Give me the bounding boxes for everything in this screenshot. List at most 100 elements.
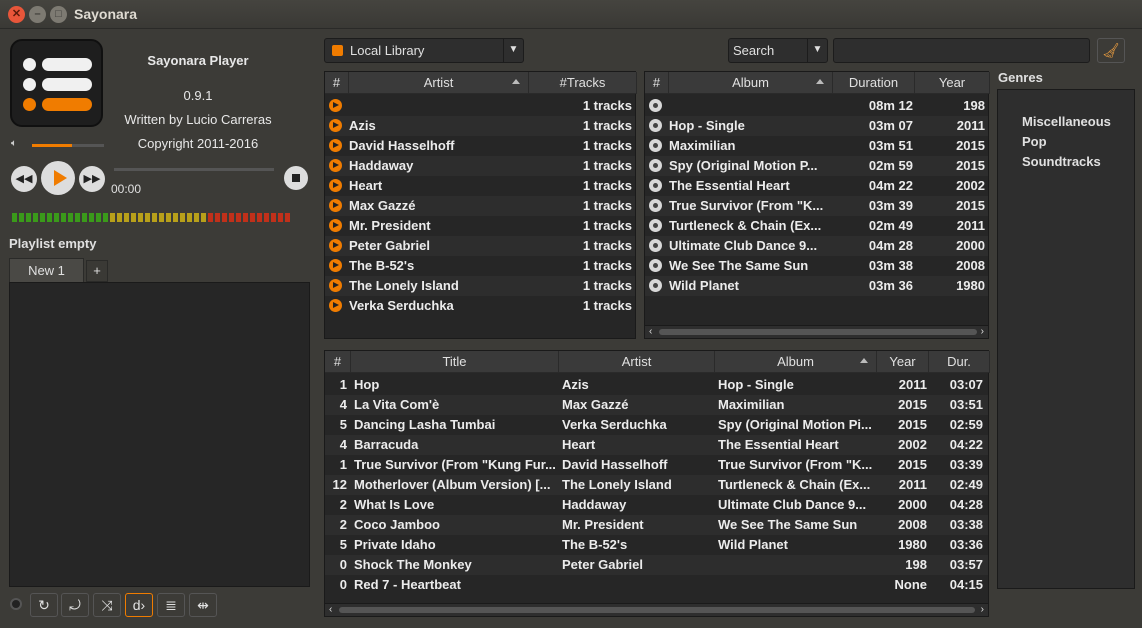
chevron-left-icon[interactable]: ‹ — [649, 326, 652, 337]
track-row[interactable]: 12 Motherlover (Album Version) [... The Lo… — [325, 475, 988, 495]
scrollbar-thumb[interactable] — [659, 329, 977, 335]
track-artist: Max Gazzé — [562, 397, 629, 412]
broom-icon[interactable]: 🧹︎ — [1097, 38, 1125, 63]
close-icon[interactable]: ✕ — [8, 6, 25, 23]
add-tab-button[interactable]: + — [86, 260, 108, 282]
album-row[interactable]: True Survivor (From "K... 03m 39 2015 — [645, 196, 988, 216]
artist-row[interactable]: The Lonely Island 1 tracks — [325, 276, 635, 296]
volume-icon[interactable]: 🔈︎ — [11, 138, 17, 149]
track-horizontal-scrollbar[interactable]: ‹ › — [325, 603, 988, 616]
position-slider[interactable] — [114, 168, 274, 171]
append-icon[interactable]: ≣ — [157, 593, 185, 617]
artist-list[interactable]: # Artist #Tracks 1 tracks Azis 1 tracks Dav… — [324, 71, 637, 339]
track-col-duration[interactable]: Dur. — [929, 351, 990, 373]
artist-row[interactable]: Mr. President 1 tracks — [325, 216, 635, 236]
maximize-icon[interactable]: □ — [50, 6, 67, 23]
level-meter-segment — [47, 213, 52, 222]
track-row[interactable]: 1 Hop Azis Hop - Single 2011 03:07 — [325, 375, 988, 395]
level-meter-segment — [166, 213, 171, 222]
gapless-icon[interactable]: ⇹ — [189, 593, 217, 617]
artist-row[interactable]: Heart 1 tracks — [325, 176, 635, 196]
library-source-select[interactable]: Local Library ▼ — [324, 38, 524, 63]
album-col-duration[interactable]: Duration — [833, 72, 915, 94]
track-duration: 03:57 — [949, 557, 983, 572]
artist-col-artist[interactable]: Artist — [349, 72, 529, 94]
track-title: La Vita Com'è — [354, 397, 440, 412]
track-col-year[interactable]: Year — [877, 351, 929, 373]
album-row[interactable]: Turtleneck & Chain (Ex... 02m 49 2011 — [645, 216, 988, 236]
minimize-icon[interactable]: – — [29, 6, 46, 23]
play-icon[interactable] — [41, 161, 75, 195]
chevron-right-icon[interactable]: › — [981, 326, 984, 337]
artist-row[interactable]: Haddaway 1 tracks — [325, 156, 635, 176]
dynamic-playback-icon[interactable]: d› — [125, 593, 153, 617]
playlist-area[interactable] — [9, 282, 310, 587]
album-row[interactable]: 08m 12 198 — [645, 96, 988, 116]
play-icon — [329, 159, 342, 172]
artist-row[interactable]: David Hasselhoff 1 tracks — [325, 136, 635, 156]
track-album: The Essential Heart — [718, 437, 839, 452]
track-number: 4 — [339, 397, 347, 412]
genre-item[interactable]: Soundtracks — [1022, 152, 1101, 172]
track-col-title[interactable]: Title — [351, 351, 559, 373]
tab-new-1[interactable]: New 1 — [9, 258, 84, 282]
volume-slider[interactable] — [32, 144, 104, 147]
artist-row[interactable]: Verka Serduchka 1 tracks — [325, 296, 635, 316]
track-col-album[interactable]: Album — [715, 351, 877, 373]
album-row[interactable]: Spy (Original Motion P... 02m 59 2015 — [645, 156, 988, 176]
album-col-year[interactable]: Year — [915, 72, 990, 94]
repeat-all-icon[interactable]: ⤾ — [61, 593, 89, 617]
next-icon[interactable]: ▶▶ — [79, 166, 105, 192]
search-mode-select[interactable]: Search ▼ — [728, 38, 828, 63]
artist-row[interactable]: 1 tracks — [325, 96, 635, 116]
track-row[interactable]: 1 True Survivor (From "Kung Fur... David H… — [325, 455, 988, 475]
stop-icon[interactable] — [284, 166, 308, 190]
track-row[interactable]: 2 What Is Love Haddaway Ultimate Club Dance… — [325, 495, 988, 515]
artist-row[interactable]: Azis 1 tracks — [325, 116, 635, 136]
shuffle-icon[interactable]: ⤨ — [93, 593, 121, 617]
genre-item[interactable]: Pop — [1022, 132, 1047, 152]
artist-row[interactable]: Peter Gabriel 1 tracks — [325, 236, 635, 256]
album-name: We See The Same Sun — [669, 258, 809, 273]
track-duration: 03:36 — [949, 537, 983, 552]
album-row[interactable]: The Essential Heart 04m 22 2002 — [645, 176, 988, 196]
level-meter-segment — [33, 213, 38, 222]
genre-item[interactable]: Miscellaneous — [1022, 112, 1111, 132]
genre-list[interactable]: Miscellaneous Pop Soundtracks — [997, 89, 1135, 589]
scrollbar-thumb[interactable] — [339, 607, 975, 613]
track-row[interactable]: 4 Barracuda Heart The Essential Heart 2002 04… — [325, 435, 988, 455]
track-col-num[interactable]: # — [325, 351, 351, 373]
search-input[interactable] — [833, 38, 1090, 63]
album-col-album[interactable]: Album — [669, 72, 833, 94]
album-row[interactable]: Maximilian 03m 51 2015 — [645, 136, 988, 156]
track-number: 0 — [339, 557, 347, 572]
track-artist: David Hasselhoff — [562, 457, 668, 472]
album-horizontal-scrollbar[interactable]: ‹ › — [645, 325, 988, 338]
album-col-num[interactable]: # — [645, 72, 669, 94]
level-meter-segment — [173, 213, 178, 222]
track-row[interactable]: 0 Red 7 - Heartbeat None 04:15 — [325, 575, 988, 595]
level-meter-segment — [215, 213, 220, 222]
album-row[interactable]: We See The Same Sun 03m 38 2008 — [645, 256, 988, 276]
track-col-artist[interactable]: Artist — [559, 351, 715, 373]
album-list[interactable]: # Album Duration Year 08m 12 198 Hop - Sin… — [644, 71, 990, 339]
album-row[interactable]: Hop - Single 03m 07 2011 — [645, 116, 988, 136]
track-list[interactable]: # Title Artist Album Year Dur. 1 Hop Azis H… — [324, 350, 990, 617]
album-row[interactable]: Wild Planet 03m 36 1980 — [645, 276, 988, 296]
level-meter-segment — [19, 213, 24, 222]
artist-row[interactable]: Max Gazzé 1 tracks — [325, 196, 635, 216]
album-row[interactable]: Ultimate Club Dance 9... 04m 28 2000 — [645, 236, 988, 256]
artist-col-num[interactable]: # — [325, 72, 349, 94]
track-row[interactable]: 0 Shock The Monkey Peter Gabriel 198 03:57 — [325, 555, 988, 575]
chevron-left-icon[interactable]: ‹ — [329, 604, 332, 615]
track-row[interactable]: 5 Private Idaho The B-52's Wild Planet 1980 0… — [325, 535, 988, 555]
previous-icon[interactable]: ◀◀ — [11, 166, 37, 192]
artist-col-tracks[interactable]: #Tracks — [529, 72, 637, 94]
chevron-right-icon[interactable]: › — [981, 604, 984, 615]
track-row[interactable]: 5 Dancing Lasha Tumbai Verka Serduchka Spy … — [325, 415, 988, 435]
track-row[interactable]: 4 La Vita Com'è Max Gazzé Maximilian 2015 03:… — [325, 395, 988, 415]
artist-row[interactable]: The B-52's 1 tracks — [325, 256, 635, 276]
artist-name: Max Gazzé — [349, 198, 416, 213]
repeat-one-icon[interactable]: ↻ — [30, 593, 58, 617]
track-row[interactable]: 2 Coco Jamboo Mr. President We See The Same… — [325, 515, 988, 535]
